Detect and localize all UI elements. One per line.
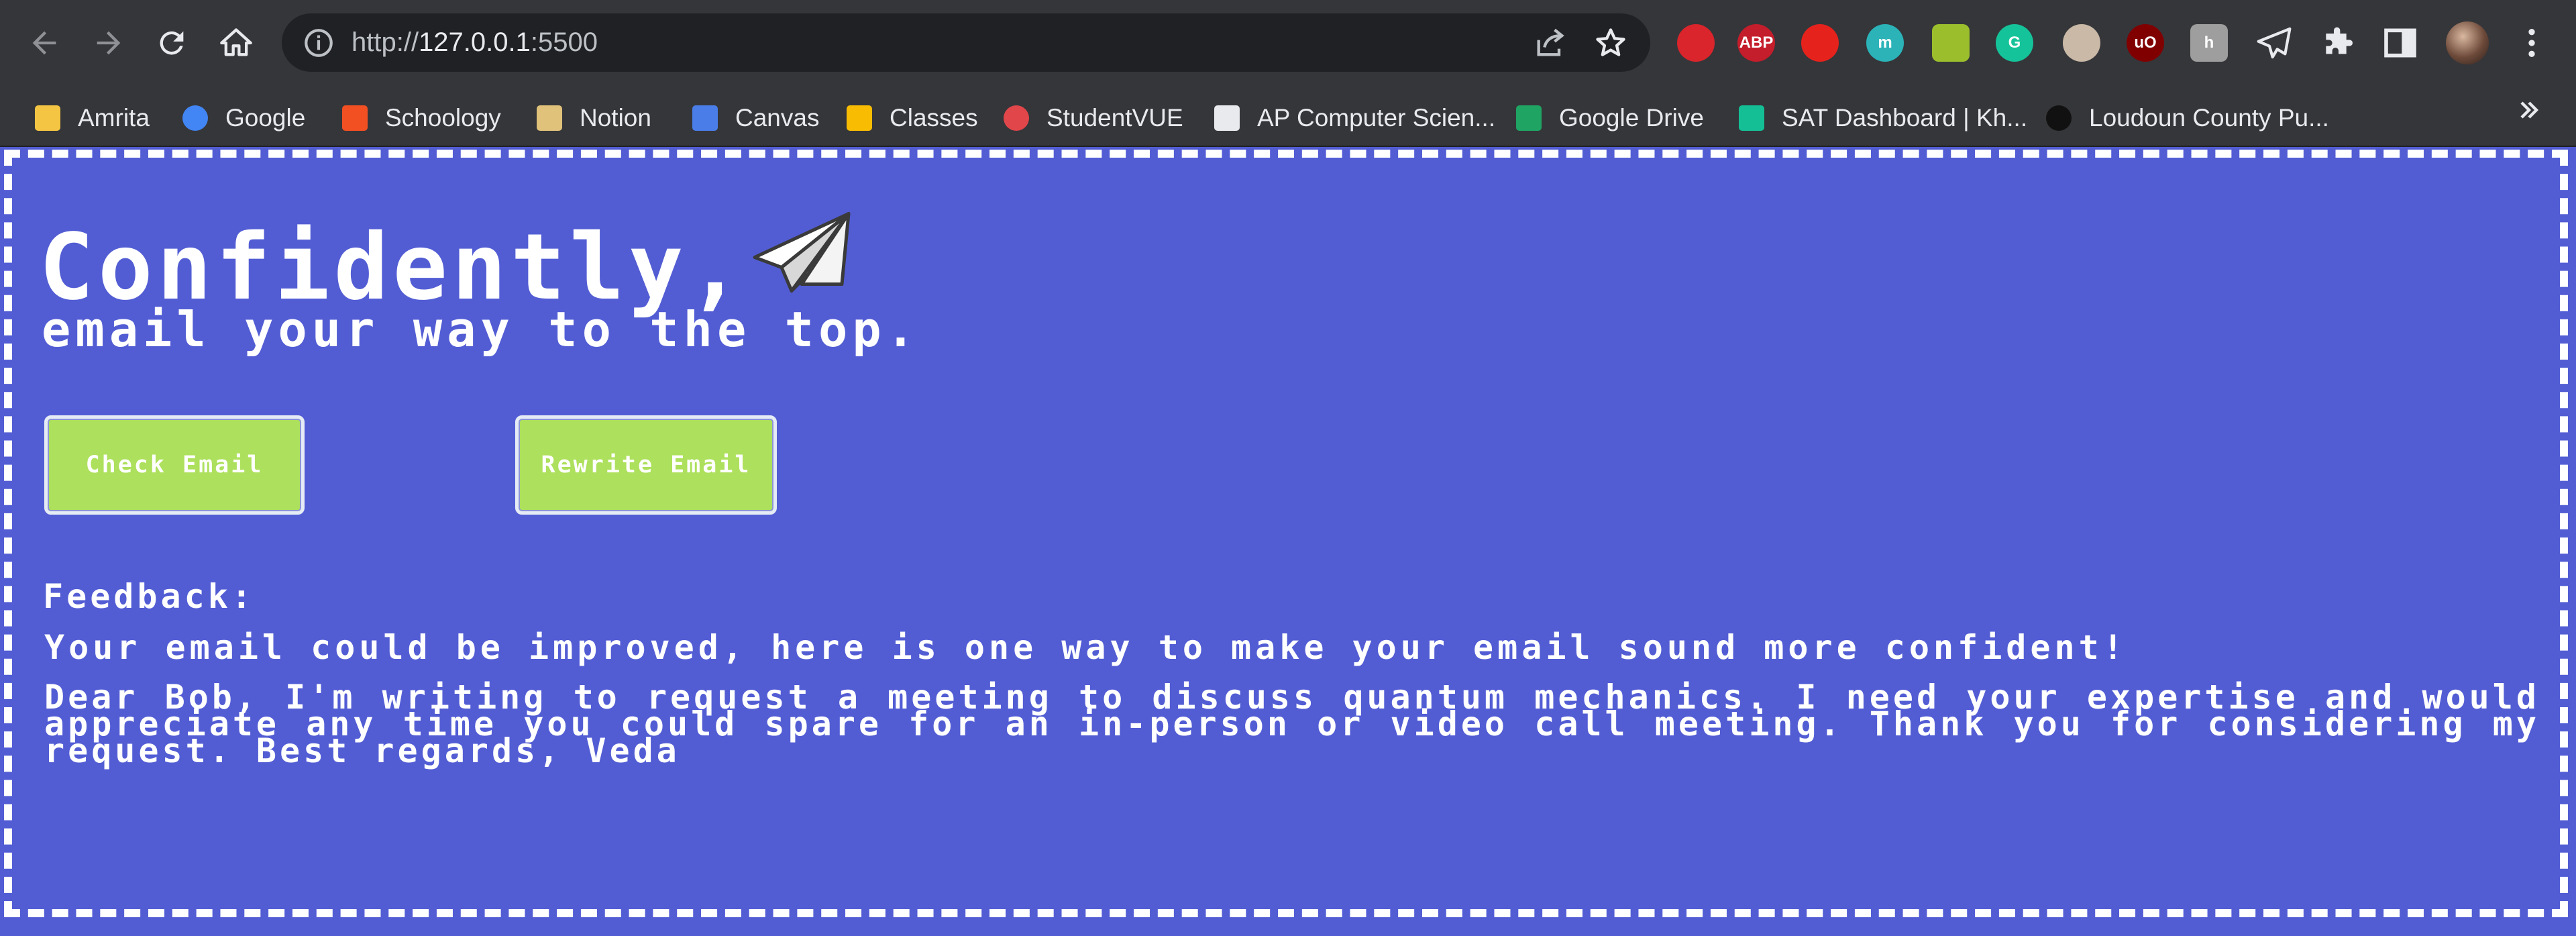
bookmark-label: Google Drive bbox=[1559, 104, 1704, 132]
bookmark-label: AP Computer Scien... bbox=[1257, 104, 1496, 132]
grammarly-extension-icon[interactable]: G bbox=[1996, 24, 2033, 62]
bookmark-google[interactable]: Google bbox=[180, 101, 305, 135]
bookmark-notion[interactable]: Notion bbox=[534, 101, 651, 135]
studentvue-icon bbox=[1001, 103, 1032, 134]
url-scheme: http:// bbox=[352, 28, 419, 57]
bookmark-star-icon[interactable] bbox=[1593, 25, 1628, 60]
khan-icon bbox=[1736, 103, 1767, 134]
bookmark-label: Notion bbox=[580, 104, 651, 132]
reload-button[interactable] bbox=[148, 19, 196, 67]
url-host: 127.0.0.1 bbox=[419, 28, 531, 57]
bookmark-loudoun-county-pu[interactable]: Loudoun County Pu... bbox=[2043, 101, 2329, 135]
url-port: :5500 bbox=[530, 28, 598, 57]
profile-avatar[interactable] bbox=[2446, 21, 2489, 64]
bookmark-label: Schoology bbox=[385, 104, 501, 132]
bookmark-canvas[interactable]: Canvas bbox=[690, 101, 819, 135]
bookmark-label: Classes bbox=[890, 104, 978, 132]
feedback-label: Feedback: bbox=[43, 577, 255, 616]
earth-extension-icon[interactable] bbox=[1932, 24, 1970, 62]
bookmark-label: StudentVUE bbox=[1046, 104, 1183, 132]
bookmark-sat-dashboard-kh[interactable]: SAT Dashboard | Kh... bbox=[1736, 101, 2027, 135]
back-button[interactable] bbox=[20, 19, 68, 67]
share-icon[interactable] bbox=[1533, 25, 1568, 60]
feedback-summary: Your email could be improved, here is on… bbox=[44, 628, 2127, 667]
classroom-icon bbox=[844, 103, 875, 134]
url-text[interactable]: http://127.0.0.1:5500 bbox=[352, 25, 598, 59]
send-extension-icon[interactable] bbox=[2255, 24, 2293, 62]
drive-icon bbox=[1513, 103, 1544, 134]
m-extension-icon[interactable]: m bbox=[1866, 24, 1904, 62]
home-icon bbox=[220, 28, 252, 56]
ublock-extension-icon[interactable]: uO bbox=[2127, 24, 2164, 62]
bookmark-schoology[interactable]: Schoology bbox=[339, 101, 501, 135]
bookmark-amrita[interactable]: Amrita bbox=[32, 101, 150, 135]
abp-extension-icon[interactable]: ABP bbox=[1737, 24, 1775, 62]
h-extension-icon[interactable]: h bbox=[2190, 24, 2228, 62]
glasses-extension-icon[interactable] bbox=[2063, 24, 2100, 62]
bookmark-label: Google bbox=[225, 104, 306, 132]
browser-toolbar: http://127.0.0.1:5500 ABP m GuO h bbox=[0, 0, 2576, 85]
canvas-icon bbox=[690, 103, 720, 134]
more-bookmarks-chevron-icon[interactable] bbox=[2514, 95, 2544, 125]
bookmark-studentvue[interactable]: StudentVUE bbox=[1001, 101, 1183, 135]
bookmark-classes[interactable]: Classes bbox=[844, 101, 978, 135]
page-content: Confidently, email your way to the top. … bbox=[0, 147, 2576, 936]
address-bar[interactable]: http://127.0.0.1:5500 bbox=[282, 13, 1650, 72]
rewritten-email-text: Dear Bob, I'm writing to request a meeti… bbox=[44, 678, 2540, 770]
home-button[interactable] bbox=[212, 19, 260, 67]
bookmark-label: Amrita bbox=[78, 104, 150, 132]
kebab-menu-icon[interactable] bbox=[2513, 24, 2551, 62]
shield-icon bbox=[2043, 103, 2074, 134]
folder-icon bbox=[32, 103, 63, 134]
bookmarks-bar: Amrita Google Schoology Notion Canvas Classes… bbox=[0, 85, 2576, 147]
check-email-button[interactable]: Check Email bbox=[44, 415, 305, 515]
schoology-icon bbox=[339, 103, 370, 134]
bookmark-google-drive[interactable]: Google Drive bbox=[1513, 101, 1704, 135]
info-icon[interactable] bbox=[302, 26, 335, 60]
bookmark-ap-computer-scien[interactable]: AP Computer Scien... bbox=[1212, 101, 1495, 135]
bookmark-label: Canvas bbox=[735, 104, 820, 132]
side-panel-icon[interactable] bbox=[2381, 24, 2419, 62]
forward-arrow-icon bbox=[97, 31, 121, 55]
paper-plane-icon bbox=[753, 212, 851, 293]
rewrite-email-button[interactable]: Rewrite Email bbox=[515, 415, 777, 515]
video-speed-extension-icon[interactable] bbox=[1801, 24, 1839, 62]
google-icon bbox=[180, 103, 211, 134]
back-arrow-icon bbox=[32, 31, 56, 55]
bookmark-label: SAT Dashboard | Kh... bbox=[1782, 104, 2028, 132]
reload-icon bbox=[160, 31, 184, 55]
adblock-extension-icon[interactable] bbox=[1677, 24, 1715, 62]
extensions-puzzle-icon[interactable] bbox=[2320, 24, 2357, 62]
notion-icon bbox=[534, 103, 565, 134]
blackboard-icon bbox=[1212, 103, 1242, 134]
bookmark-label: Loudoun County Pu... bbox=[2089, 104, 2329, 132]
forward-button[interactable] bbox=[85, 19, 133, 67]
hero-subtitle: email your way to the top. bbox=[42, 301, 920, 358]
